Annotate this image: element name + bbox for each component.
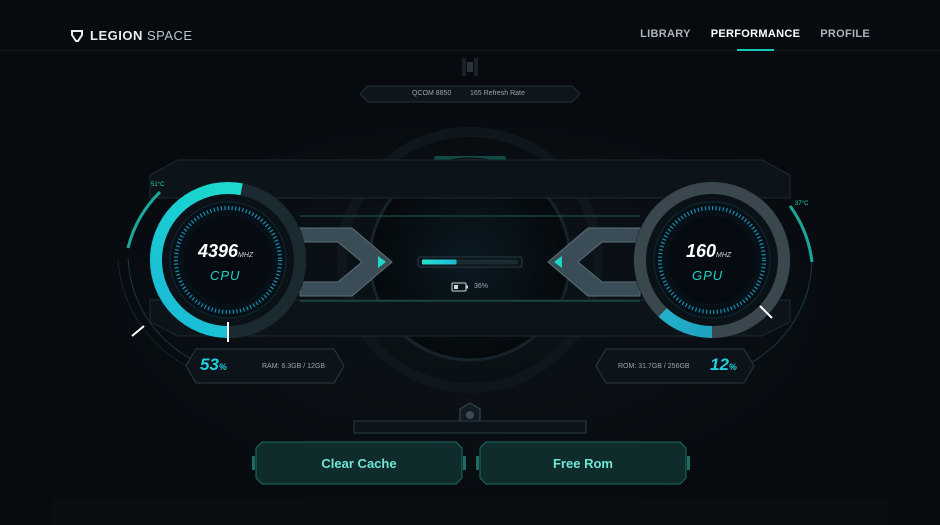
gpu-usage-unit: % bbox=[728, 362, 737, 372]
cpu-temperature: 51°C bbox=[151, 182, 165, 188]
cpu-frequency-unit: MHZ bbox=[238, 252, 254, 259]
gpu-usage: 12% bbox=[710, 355, 737, 375]
battery-progress bbox=[417, 256, 523, 268]
gpu-frequency: 160MHZ bbox=[686, 241, 731, 262]
gpu-usage-value: 12 bbox=[710, 355, 729, 374]
gpu-temperature: 37°C bbox=[795, 201, 809, 207]
gpu-frequency-value: 160 bbox=[686, 241, 717, 261]
battery-progress-fill bbox=[422, 259, 457, 265]
cpu-label: CPU bbox=[210, 268, 241, 283]
clear-cache-label[interactable]: Clear Cache bbox=[256, 456, 462, 471]
top-emblem bbox=[462, 58, 478, 76]
rom-usage: ROM: 31.7GB / 256GB bbox=[618, 363, 690, 370]
cpu-frequency-value: 4396 bbox=[198, 241, 239, 261]
cpu-usage-unit: % bbox=[218, 362, 227, 372]
cpu-usage-value: 53 bbox=[200, 355, 219, 374]
ram-usage: RAM: 6.3GB / 12GB bbox=[262, 363, 326, 370]
gpu-frequency-unit: MHZ bbox=[716, 252, 732, 259]
free-rom-label[interactable]: Free Rom bbox=[480, 456, 686, 471]
chip-name: QCOM 8850 bbox=[412, 90, 452, 97]
refresh-rate: 165 Refresh Rate bbox=[470, 90, 525, 97]
cpu-frequency: 4396MHZ bbox=[198, 241, 253, 262]
bottom-rail bbox=[353, 420, 587, 434]
battery-percent: 36% bbox=[474, 283, 489, 290]
cpu-temp-marker bbox=[131, 325, 145, 337]
performance-graphics bbox=[52, 58, 888, 525]
bottom-panel bbox=[52, 498, 888, 525]
cpu-usage: 53% bbox=[200, 355, 227, 375]
gpu-temp-arc bbox=[788, 205, 814, 263]
gpu-label: GPU bbox=[692, 268, 724, 283]
